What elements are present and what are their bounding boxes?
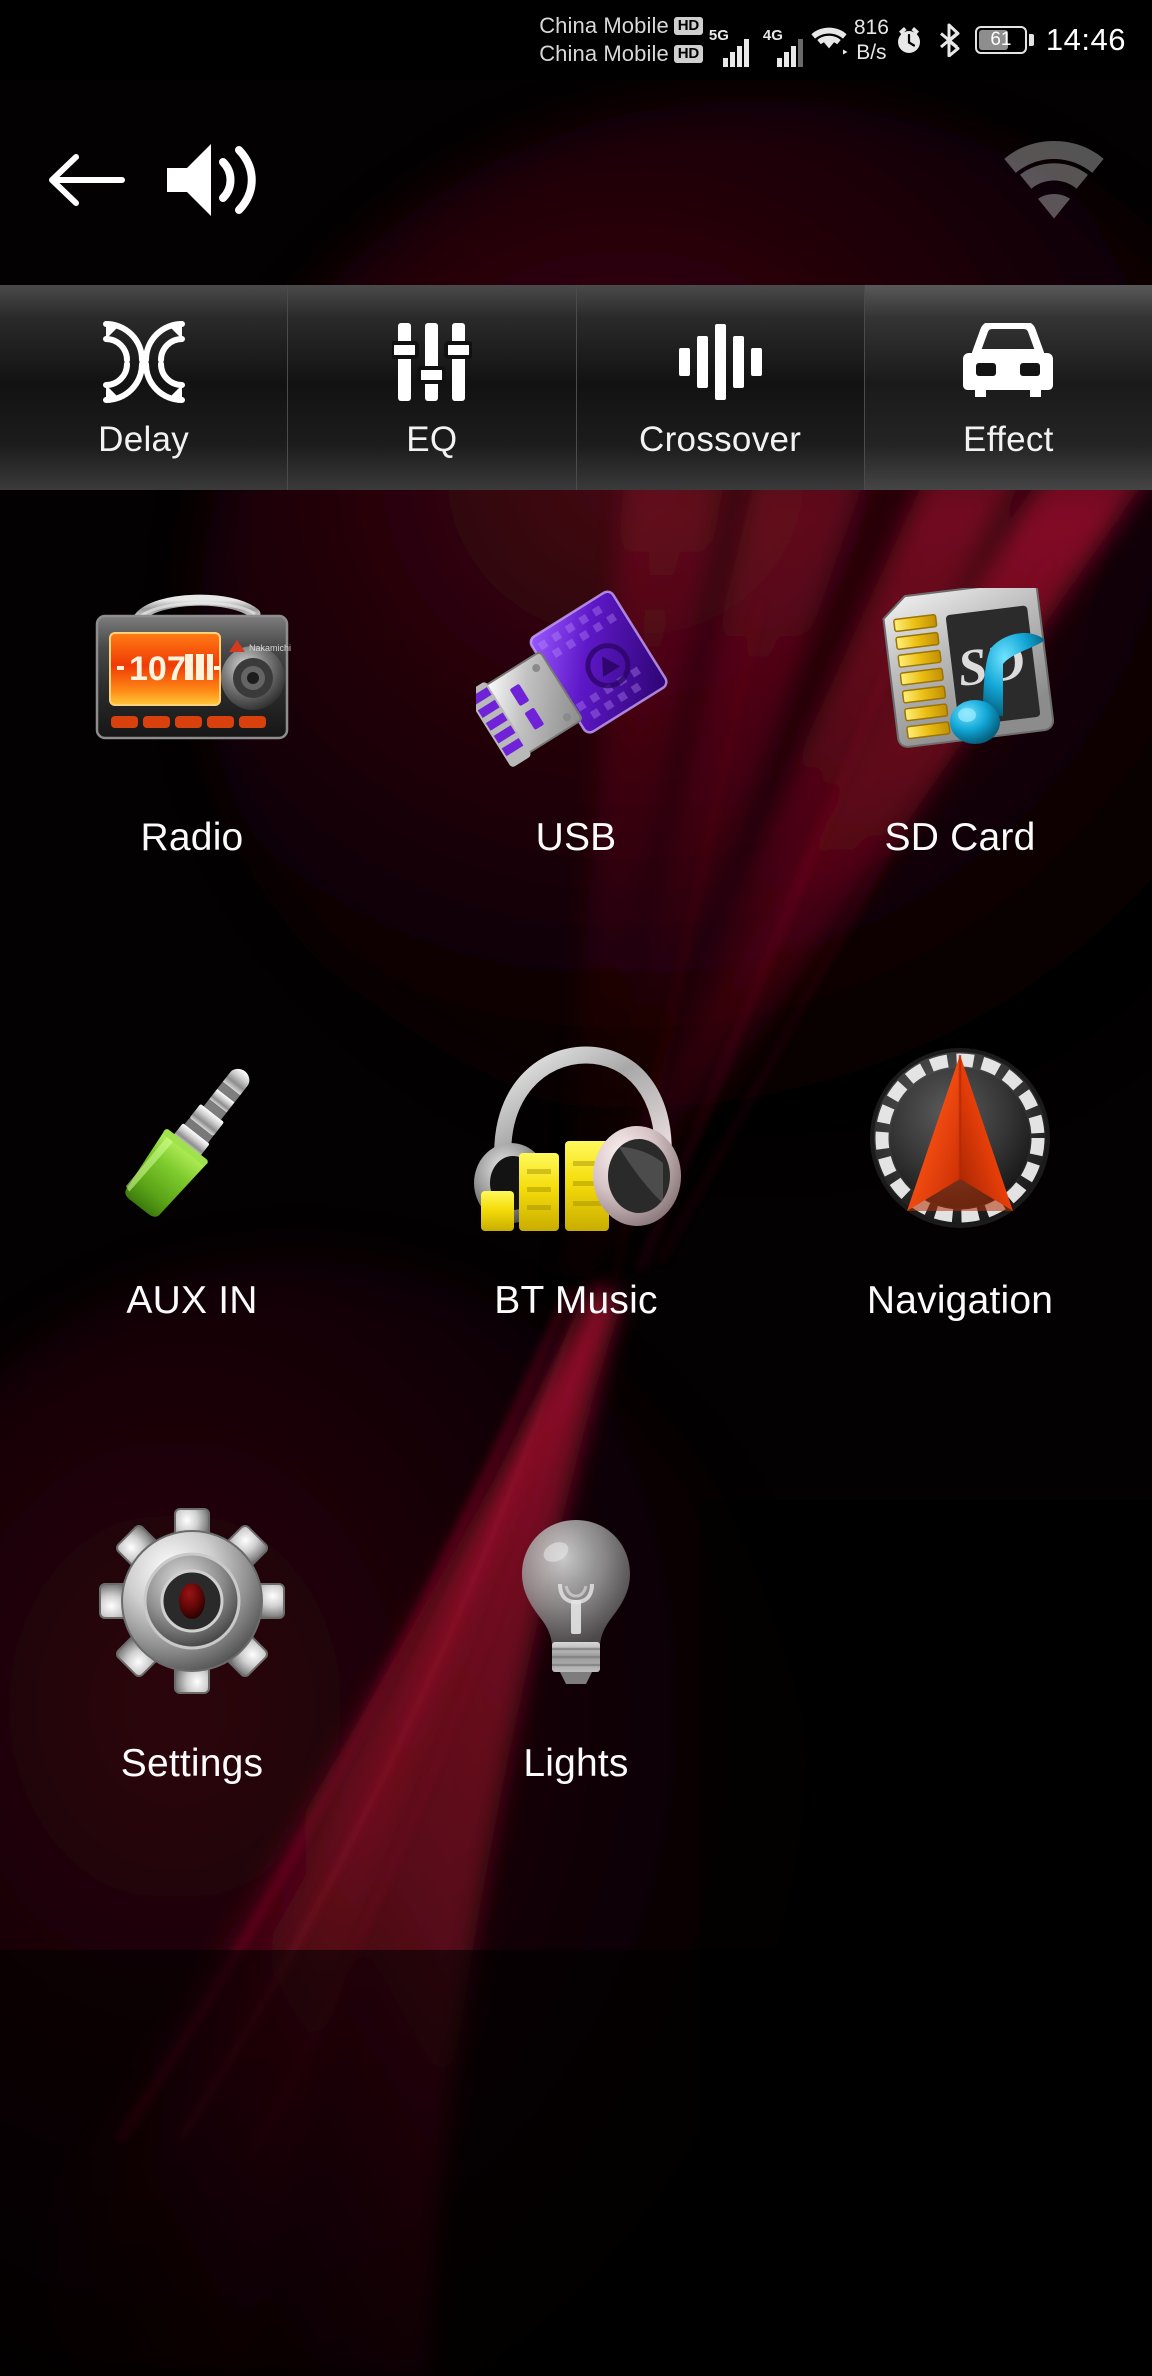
tab-crossover-label: Crossover <box>639 419 802 459</box>
app-label-auxin: AUX IN <box>126 1279 258 1322</box>
network-speed-unit: B/s <box>856 41 887 64</box>
battery-percent: 61 <box>990 29 1012 50</box>
app-label-settings: Settings <box>120 1742 264 1785</box>
tab-effect-label: Effect <box>963 419 1054 459</box>
status-bar-clock: 14:46 <box>1045 22 1126 57</box>
tab-crossover[interactable]: Crossover <box>576 285 865 490</box>
gear-icon <box>0 1486 384 1716</box>
carrier-labels: China Mobile HD China Mobile HD <box>539 13 703 67</box>
signal-primary: 5G <box>709 19 749 67</box>
app-tile-settings[interactable]: Settings <box>0 1486 384 1949</box>
battery-body: 61 <box>974 26 1027 54</box>
alarm-clock-icon <box>893 24 925 56</box>
carrier-row-primary: China Mobile HD <box>539 13 703 39</box>
app-label-usb: USB <box>535 816 617 859</box>
signal-secondary: 4G <box>763 19 803 67</box>
carrier-row-secondary: China Mobile HD <box>539 41 703 67</box>
headphones-music-icon <box>384 1023 768 1253</box>
hd-badge-primary: HD <box>673 17 703 35</box>
car-front-icon <box>960 316 1056 408</box>
app-bar <box>0 80 1152 280</box>
network-type-secondary: 4G <box>762 27 783 44</box>
status-bar-right: 61 14:46 <box>893 22 1126 58</box>
app-grid: 107 Nakamichi Radio USB SD Card AUX IN B… <box>0 560 1152 1949</box>
app-tile-radio[interactable]: 107 Nakamichi Radio <box>0 560 384 1023</box>
network-speed: 816 B/s <box>854 15 889 65</box>
tab-eq[interactable]: EQ <box>288 285 577 490</box>
bluetooth-icon <box>937 23 963 57</box>
network-type-primary: 5G <box>708 27 729 44</box>
tab-delay[interactable]: Delay <box>0 285 289 490</box>
equalizer-sliders-icon <box>391 316 472 408</box>
app-label-radio: Radio <box>140 816 244 859</box>
tab-eq-label: EQ <box>406 419 458 459</box>
app-label-sdcard: SD Card <box>884 816 1036 859</box>
app-tile-auxin[interactable]: AUX IN <box>0 1023 384 1486</box>
app-tile-btmusic[interactable]: BT Music <box>384 1023 768 1486</box>
back-button[interactable] <box>38 132 134 228</box>
carrier-name-secondary: China Mobile <box>539 41 669 66</box>
wifi-status-icon <box>1002 141 1106 219</box>
volume-button[interactable] <box>156 130 266 230</box>
tab-bar: Delay EQ Crossover Effect <box>0 285 1152 490</box>
carrier-name-primary: China Mobile <box>539 13 669 38</box>
app-label-lights: Lights <box>523 1742 629 1785</box>
app-tile-navigation[interactable]: Navigation <box>768 1023 1152 1486</box>
battery-indicator: 61 <box>974 26 1034 54</box>
battery-cap <box>1028 34 1034 46</box>
light-bulb-icon <box>384 1486 768 1716</box>
svg-text:Nakamichi: Nakamichi <box>249 643 291 653</box>
usb-flash-drive-icon <box>384 560 768 790</box>
app-tile-usb[interactable]: USB <box>384 560 768 1023</box>
status-bar: China Mobile HD China Mobile HD 5G 4G 81… <box>0 0 1152 80</box>
radio-receiver-icon: 107 Nakamichi <box>0 560 384 790</box>
app-label-navigation: Navigation <box>866 1279 1054 1322</box>
network-speed-value: 816 <box>853 16 889 39</box>
app-tile-sdcard[interactable]: SD SD Card <box>768 560 1152 1023</box>
wifi-icon <box>810 25 848 55</box>
compass-arrow-icon <box>768 1023 1152 1253</box>
tab-delay-label: Delay <box>98 419 190 459</box>
app-tile-lights[interactable]: Lights <box>384 1486 768 1949</box>
sd-card-icon: SD <box>768 560 1152 790</box>
crossover-bars-icon <box>677 316 763 408</box>
svg-text:107: 107 <box>129 650 186 688</box>
app-label-btmusic: BT Music <box>494 1279 658 1322</box>
hd-badge-secondary: HD <box>673 45 703 63</box>
delay-waves-icon <box>101 316 187 408</box>
signal-indicators: 5G 4G <box>709 13 803 67</box>
tab-effect[interactable]: Effect <box>864 285 1152 490</box>
aux-jack-plug-icon <box>0 1023 384 1253</box>
